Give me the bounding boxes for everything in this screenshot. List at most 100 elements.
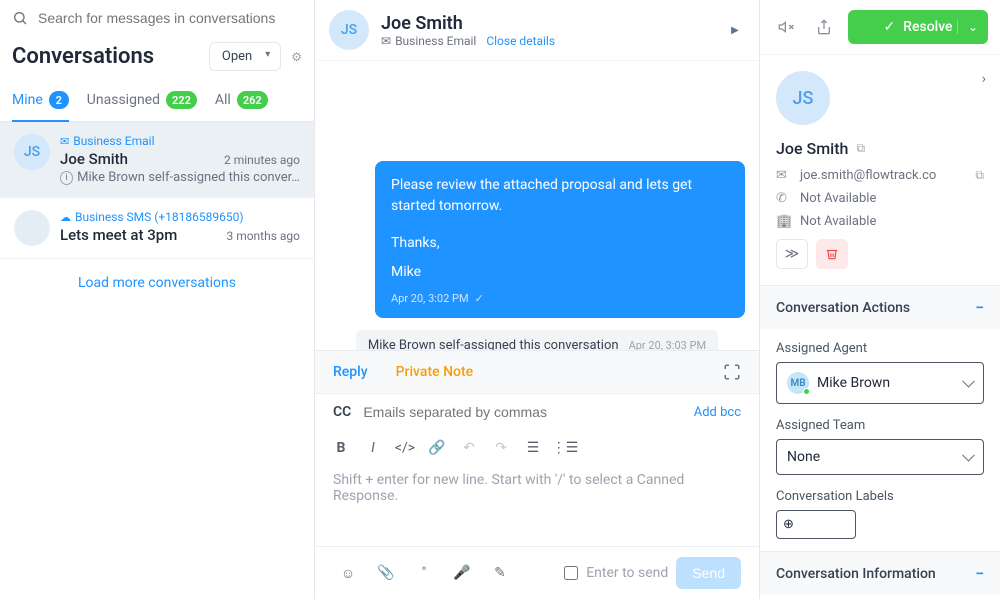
contact-name: Joe Smith [381,13,555,34]
phone-icon: ✆ [776,191,790,206]
add-label-button[interactable]: ⊕ [776,510,856,539]
email-icon: ✉ [381,34,391,48]
system-note: Mike Brown self-assigned this conversati… [356,330,718,351]
message-input[interactable]: Shift + enter for new line. Start with '… [315,466,759,546]
bullet-list-icon[interactable]: ☰ [525,440,541,456]
timestamp: 3 months ago [226,229,300,243]
assigned-agent-select[interactable]: MB Mike Brown [776,362,984,404]
cc-input[interactable] [363,404,681,420]
attachment-icon[interactable]: 📎 [371,558,401,588]
emoji-icon[interactable]: ☺ [333,558,363,588]
profile-company: Not Available [800,214,876,229]
microphone-icon[interactable]: 🎤 [447,558,477,588]
contact-avatar: JS [329,10,369,50]
conversations-title: Conversations [12,44,154,69]
check-icon: ✓ [475,291,484,308]
sms-icon: ☁ [60,211,71,224]
conversation-item[interactable]: JS ✉ Business Email Joe Smith 2 minutes a… [0,122,314,198]
tab-all[interactable]: All 262 [215,81,268,121]
copy-icon[interactable]: ⧉ [975,168,984,183]
tab-label: Unassigned [87,92,160,108]
channel-label: Business SMS (+18186589650) [75,210,244,224]
tab-label: All [215,92,231,108]
email-icon: ✉ [60,135,69,148]
private-note-tab[interactable]: Private Note [396,364,474,380]
redo-icon[interactable]: ↷ [493,440,509,456]
chevron-down-icon[interactable]: ⌄ [957,20,978,34]
assigned-agent-label: Assigned Agent [776,341,984,356]
status-filter-select[interactable]: Open [209,42,281,71]
preview-text: Lets meet at 3pm [60,226,177,244]
conversation-item[interactable]: ☁ Business SMS (+18186589650) Lets meet a… [0,198,314,259]
send-button[interactable]: Send [676,557,741,589]
filter-icon[interactable]: ⚙ [291,50,302,64]
collapse-toggle[interactable]: ▶ [725,20,745,40]
previous-conversation-button[interactable]: ≫ [776,239,808,269]
info-icon: i [60,171,73,185]
chevron-right-icon[interactable]: › [982,71,986,87]
conversation-information-header[interactable]: Conversation Information − [760,551,1000,595]
mute-icon[interactable] [772,13,800,41]
undo-icon[interactable]: ↶ [461,440,477,456]
message-text: Thanks, [391,233,729,254]
italic-icon[interactable]: I [365,440,381,456]
conversation-labels-label: Conversation Labels [776,489,984,504]
email-icon: ✉ [776,168,790,183]
cc-label: CC [333,404,351,420]
code-icon[interactable]: </> [397,440,413,456]
message-text: Please review the attached proposal and … [391,175,729,217]
quote-icon[interactable]: " [409,558,439,588]
tab-label: Mine [12,92,43,108]
channel-label: Business Email [73,134,154,148]
conversation-actions-header[interactable]: Conversation Actions − [760,285,1000,329]
close-details-link[interactable]: Close details [486,34,555,48]
profile-phone: Not Available [800,191,876,206]
avatar: JS [14,134,50,170]
assigned-team-label: Assigned Team [776,418,984,433]
tab-count-badge: 262 [237,91,268,109]
link-icon[interactable]: 🔗 [429,440,445,456]
collapse-icon[interactable]: − [975,298,984,317]
preview-text: Mike Brown self-assigned this conver… [77,170,300,185]
search-input[interactable] [38,10,302,26]
external-link-icon[interactable]: ⧉ [856,141,865,156]
expand-icon[interactable] [723,363,741,381]
team-name: None [787,449,820,465]
resolve-label: Resolve [903,19,952,35]
bold-icon[interactable]: B [333,440,349,456]
collapse-icon[interactable]: − [975,564,984,583]
timestamp: 2 minutes ago [224,153,300,167]
message-timestamp: Apr 20, 3:02 PM [391,291,469,308]
enter-to-send-checkbox[interactable] [564,566,578,580]
reply-tab[interactable]: Reply [333,364,368,380]
note-timestamp: Apr 20, 3:03 PM [629,339,707,351]
agent-avatar: MB [787,372,809,394]
section-title: Conversation Actions [776,300,910,316]
tab-mine[interactable]: Mine 2 [12,81,69,121]
tab-count-badge: 2 [49,91,69,109]
channel-label: Business Email [395,34,476,48]
status-dot [803,388,810,395]
enter-to-send-label: Enter to send [586,565,668,581]
tab-count-badge: 222 [166,91,197,109]
add-bcc-link[interactable]: Add bcc [694,405,741,420]
section-title: Conversation Information [776,566,936,582]
enter-to-send-toggle[interactable]: Enter to send [564,565,668,581]
delete-button[interactable] [816,239,848,269]
building-icon: 🏢 [776,214,790,229]
agent-name: Mike Brown [817,375,890,391]
resolve-button[interactable]: ✓ Resolve ⌄ [848,10,988,44]
load-more-button[interactable]: Load more conversations [0,259,314,307]
search-icon [12,10,28,26]
profile-email: joe.smith@flowtrack.co [800,168,936,183]
share-icon[interactable] [810,13,838,41]
message-signature: Mike [391,262,729,283]
avatar [14,210,50,246]
ordered-list-icon[interactable]: ⋮☰ [557,440,573,456]
assigned-team-select[interactable]: None [776,439,984,475]
profile-avatar: JS [776,71,830,125]
contact-name: Joe Smith [60,150,128,168]
tab-unassigned[interactable]: Unassigned 222 [87,81,197,121]
note-text: Mike Brown self-assigned this conversati… [368,338,619,351]
signature-icon[interactable]: ✎ [485,558,515,588]
